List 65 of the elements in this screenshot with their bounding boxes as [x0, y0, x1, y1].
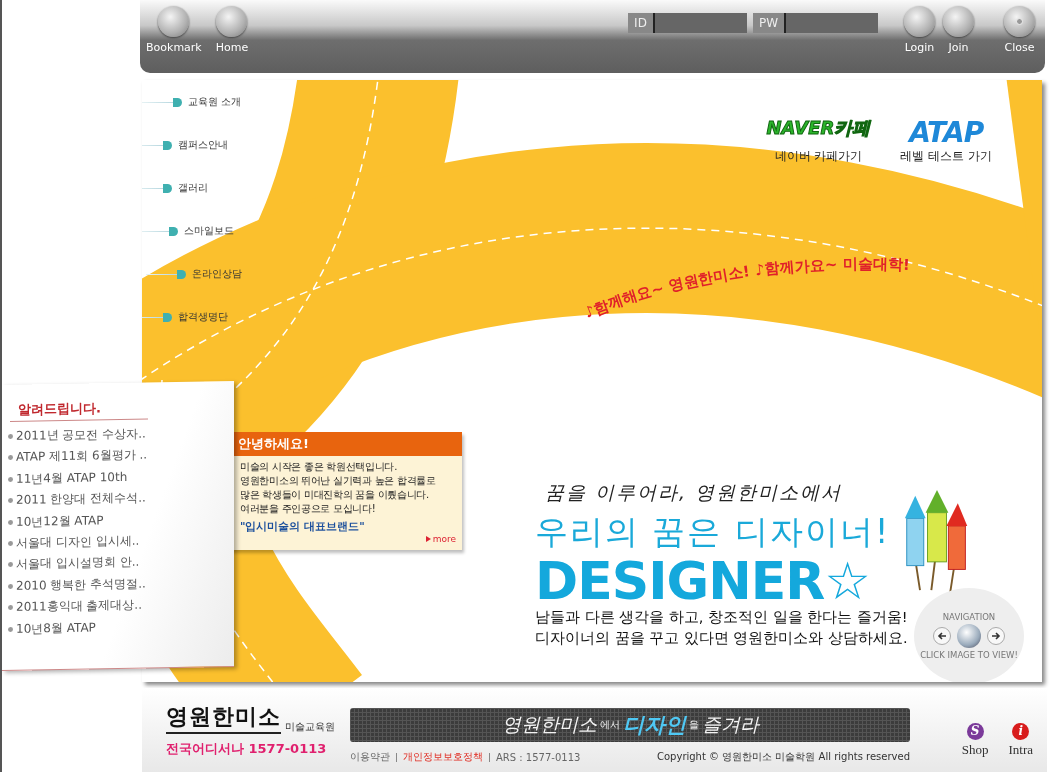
round-button-icon: [904, 6, 935, 37]
logo-subtitle: 미술교육원: [285, 720, 335, 734]
shortcut-label: Shop: [961, 741, 989, 758]
greeting-text: 많은 학생들이 미대진학의 꿈을 이뤘습니다.: [240, 488, 430, 502]
quick-link[interactable]: NAVER카페 네이버 카페가기: [766, 116, 871, 165]
hero-title: DESIGNER☆: [535, 555, 870, 607]
password-field[interactable]: [784, 13, 878, 33]
footer-link[interactable]: ARS : 1577-0113: [496, 751, 581, 763]
notice-item[interactable]: 2011홍익대 출제대상..: [8, 595, 234, 617]
quick-link[interactable]: ATAP 레벨 테스트 가기: [900, 116, 992, 165]
top-bar-button[interactable]: Join: [943, 6, 974, 54]
notice-item[interactable]: 10년8월 ATAP: [8, 616, 234, 638]
footer-link[interactable]: 이용약관: [350, 750, 390, 764]
more-link[interactable]: more: [425, 534, 456, 544]
hero-headline: 우리의 꿈은 디자이너!: [535, 511, 892, 553]
notice-item[interactable]: 서울대 입시설명회 안..: [8, 552, 234, 574]
navigator-caption: CLICK IMAGE TO VIEW!: [920, 650, 1018, 660]
nav-menu-item[interactable]: 교육원 소개: [142, 94, 242, 110]
round-button-icon: [1004, 6, 1035, 37]
greeting-text: 여러분을 주인공으로 모십니다!: [240, 502, 377, 516]
round-button-icon: [158, 6, 190, 37]
globe-button-icon[interactable]: [957, 624, 981, 648]
top-bar-button[interactable]: Home: [215, 6, 249, 54]
quick-link-label: 네이버 카페가기: [774, 148, 863, 165]
footer-shortcut[interactable]: S Shop: [961, 722, 989, 758]
id-label: ID: [628, 13, 653, 33]
banner-text: 디자인: [622, 712, 686, 739]
hero-text: 남들과 다른 생각을 하고, 창조적인 일을 한다는 즐거움!: [535, 608, 908, 627]
round-button-icon: [943, 6, 974, 37]
round-button-icon: [216, 6, 248, 37]
hero-text: 디자이너의 꿈을 꾸고 있다면 영원한미소와 상담하세요.: [535, 629, 908, 648]
top-bar-button[interactable]: Login: [904, 6, 935, 54]
nav-menu-item[interactable]: 온라인상담: [146, 266, 242, 282]
banner-text: 에서: [599, 718, 620, 732]
greeting-text: 미술의 시작은 좋은 학원선택입니다.: [240, 460, 398, 474]
greeting-text: 영원한미소의 뛰어난 실기력과 높은 합격률로: [240, 474, 437, 488]
top-bar-button[interactable]: Bookmark: [146, 6, 202, 54]
notice-item[interactable]: 2010 행복한 추석명절..: [8, 573, 234, 595]
notice-item[interactable]: 서울대 디자인 입시세..: [8, 530, 234, 552]
notice-item[interactable]: 2011 한양대 전체수석..: [8, 488, 234, 510]
shortcut-label: Intra: [1008, 741, 1033, 758]
pw-label: PW: [752, 13, 784, 33]
academy-logo: 영원한미소: [166, 702, 281, 734]
brand-logo: ATAP: [909, 116, 984, 142]
letter-badge-icon: S: [966, 722, 984, 740]
id-field[interactable]: [652, 13, 747, 33]
footer-shortcut[interactable]: i Intra: [1008, 722, 1033, 758]
notice-item[interactable]: 10년12월 ATAP: [8, 509, 234, 531]
brand-logo: NAVER카페: [766, 116, 871, 140]
banner-text: 영원한미소: [501, 712, 597, 737]
footer-link[interactable]: 개인정보보호정책: [403, 750, 483, 764]
notice-title: 알려드립니다.: [10, 398, 148, 422]
banner-text: 즐겨라: [701, 712, 759, 737]
nav-menu-item[interactable]: 스마일보드: [142, 223, 242, 239]
greeting-tagline: "입시미술의 대표브랜드": [240, 520, 366, 534]
navigator-label: NAVIGATION: [942, 612, 996, 622]
top-bar-button[interactable]: Close: [1004, 6, 1035, 54]
banner-text: 을: [688, 718, 699, 732]
quick-link-label: 레벨 테스트 가기: [900, 148, 992, 165]
triangle-icon: [425, 536, 431, 542]
notice-item[interactable]: 11년4월 ATAP 10th: [8, 466, 234, 488]
copyright-text: Copyright © 영원한미소 미술학원 All rights reserved: [657, 750, 910, 764]
letter-badge-icon: i: [1012, 722, 1030, 740]
hero-subtitle: 꿈을 이루어라, 영원한미소에서: [545, 480, 844, 505]
phone-number: 전국어디서나 1577-0113: [166, 740, 328, 758]
